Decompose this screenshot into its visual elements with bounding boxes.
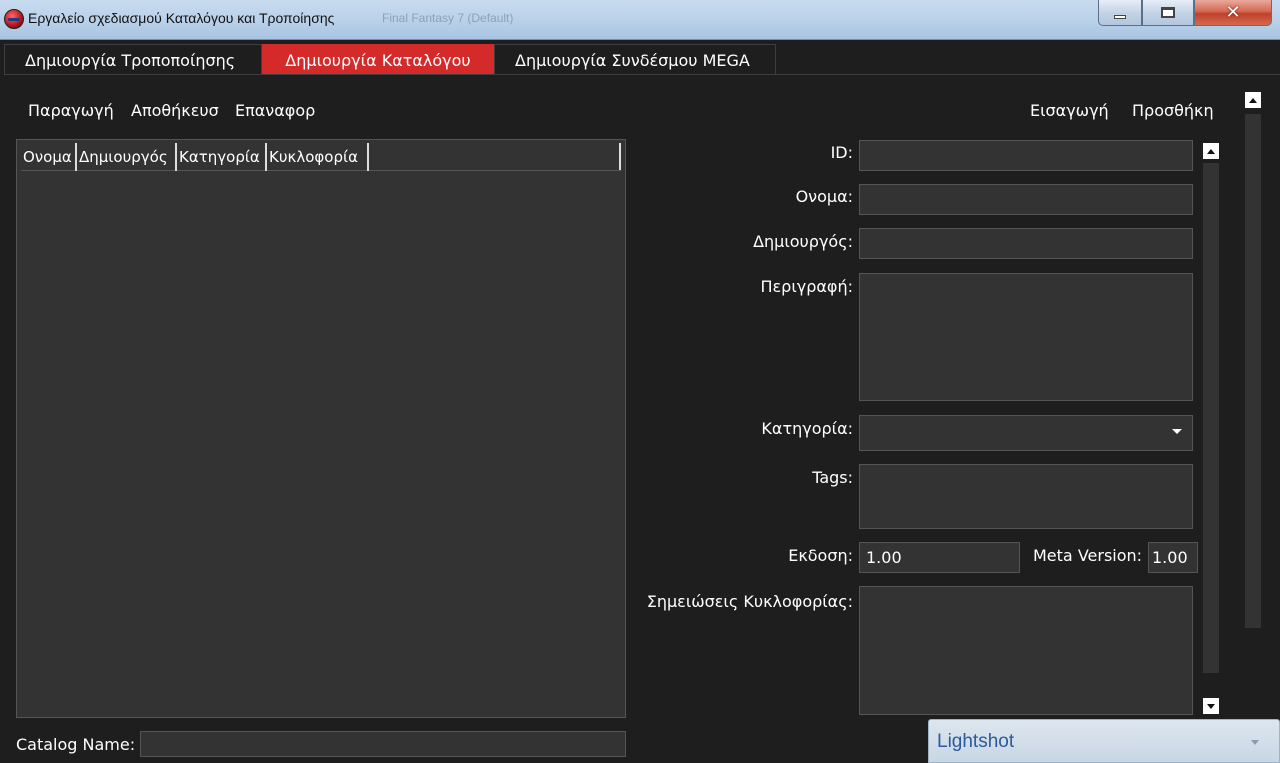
tags-label: Tags:: [812, 468, 853, 487]
catalog-list[interactable]: Ονομα Δημιουργός Κατηγορία Κυκλοφορία: [16, 139, 626, 718]
window-title: Εργαλείο σχεδιασμού Καταλόγου και Τροποί…: [28, 10, 335, 26]
tab-strip: Δημιουργία Τροποποίησης Δημιουργία Καταλ…: [4, 44, 776, 75]
import-button[interactable]: Εισαγωγή: [1030, 101, 1109, 120]
category-label: Κατηγορία:: [761, 419, 853, 438]
column-header-filler: [369, 143, 621, 170]
maximize-icon: [1161, 7, 1175, 18]
version-label: Εκδοση:: [788, 546, 853, 565]
meta-version-label: Meta Version:: [1033, 546, 1143, 565]
minimize-icon: [1114, 14, 1126, 19]
column-header-release[interactable]: Κυκλοφορία: [267, 143, 369, 171]
title-bar: Εργαλείο σχεδιασμού Καταλόγου και Τροποί…: [0, 0, 1280, 40]
app-icon: [4, 9, 24, 29]
list-header: Ονομα Δημιουργός Κατηγορία Κυκλοφορία: [21, 143, 621, 171]
lightshot-notification[interactable]: Lightshot: [928, 719, 1280, 763]
tab-divider: [4, 74, 1280, 75]
column-header-name[interactable]: Ονομα: [21, 143, 77, 171]
minimize-button[interactable]: [1098, 0, 1142, 26]
name-label: Ονομα:: [795, 187, 853, 206]
category-select[interactable]: [859, 415, 1193, 451]
author-input[interactable]: [859, 228, 1193, 259]
meta-version-input[interactable]: [1148, 542, 1198, 573]
close-button[interactable]: ✕: [1194, 0, 1272, 26]
scroll-up-icon[interactable]: [1203, 143, 1219, 159]
column-header-author[interactable]: Δημιουργός: [77, 143, 177, 171]
scroll-down-icon[interactable]: [1203, 698, 1219, 714]
close-icon: ✕: [1225, 2, 1241, 23]
page-scrollbar-thumb[interactable]: [1245, 114, 1261, 628]
name-input[interactable]: [859, 184, 1193, 215]
tab-create-mod[interactable]: Δημιουργία Τροποποίησης: [4, 44, 262, 75]
tab-create-catalog[interactable]: Δημιουργία Καταλόγου: [262, 44, 494, 75]
column-header-category[interactable]: Κατηγορία: [177, 143, 267, 171]
restore-button[interactable]: Επαναφορ: [235, 101, 327, 120]
page-scroll-up-icon[interactable]: [1245, 92, 1261, 108]
notification-collapse-icon[interactable]: [1247, 735, 1263, 749]
description-label: Περιγραφή:: [760, 277, 853, 296]
maximize-button[interactable]: [1142, 0, 1194, 26]
window-subtitle: Final Fantasy 7 (Default): [382, 11, 514, 25]
chevron-down-icon: [1172, 429, 1182, 434]
description-textarea[interactable]: [859, 273, 1193, 401]
form-scrollbar[interactable]: [1203, 143, 1219, 717]
notification-title: Lightshot: [937, 731, 1015, 752]
release-notes-label: Σημειώσεις Κυκλοφορίας:: [646, 592, 853, 611]
author-label: Δημιουργός:: [753, 232, 853, 251]
release-notes-textarea[interactable]: [859, 586, 1193, 715]
catalog-name-label: Catalog Name:: [16, 735, 136, 754]
version-input[interactable]: [859, 542, 1020, 573]
id-input[interactable]: [859, 140, 1193, 171]
save-button[interactable]: Αποθήκευσ: [131, 101, 223, 120]
page-scrollbar[interactable]: [1244, 92, 1262, 632]
tab-create-mega-link[interactable]: Δημιουργία Συνδέσμου MEGA: [494, 44, 776, 75]
generate-button[interactable]: Παραγωγή: [28, 101, 120, 120]
tags-textarea[interactable]: [859, 464, 1193, 529]
add-button[interactable]: Προσθήκη: [1132, 101, 1214, 120]
id-label: ID:: [830, 143, 853, 162]
form-scrollbar-thumb[interactable]: [1203, 163, 1219, 673]
catalog-name-input[interactable]: [140, 731, 626, 757]
